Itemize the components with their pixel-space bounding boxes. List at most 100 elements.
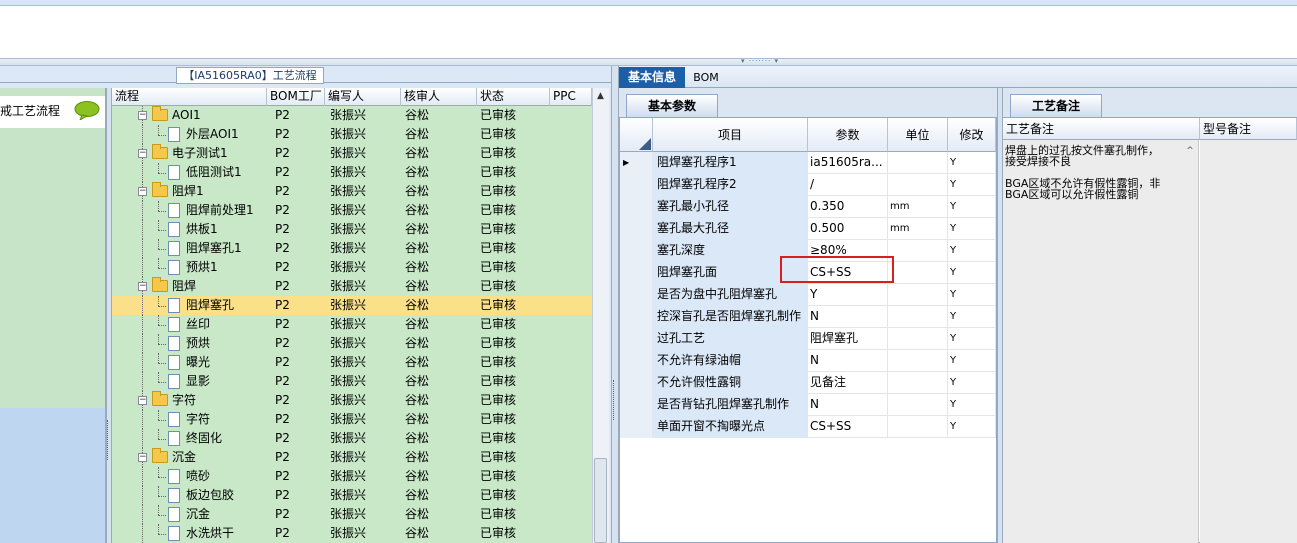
row-indicator[interactable]: [620, 284, 653, 306]
param-col-header-param[interactable]: 参数: [808, 118, 888, 152]
tree-row[interactable]: − 阻焊 P2 张振兴 谷松 已审核: [112, 277, 592, 296]
col-header-reviewer[interactable]: 核审人: [401, 88, 477, 106]
tree-row[interactable]: 预烘1 P2 张振兴 谷松 已审核: [112, 258, 592, 277]
tree-row[interactable]: 阻焊前处理1 P2 张振兴 谷松 已审核: [112, 201, 592, 220]
param-row[interactable]: 阻焊塞孔程序2/ Y: [620, 174, 996, 196]
tab-bom[interactable]: BOM: [688, 67, 724, 88]
row-indicator[interactable]: [620, 328, 653, 350]
param-modify-cell[interactable]: Y: [948, 240, 996, 262]
tab-basic-params[interactable]: 基本参数: [626, 94, 718, 117]
scroll-up-arrow-icon[interactable]: ▲: [592, 88, 609, 105]
tree-row[interactable]: 烘板1 P2 张振兴 谷松 已审核: [112, 220, 592, 239]
row-indicator[interactable]: [620, 218, 653, 240]
row-indicator[interactable]: [620, 394, 653, 416]
param-row[interactable]: 塞孔最小孔径 0.350 mm Y: [620, 196, 996, 218]
tree-row[interactable]: 外层AOI1 P2 张振兴 谷松 已审核: [112, 125, 592, 144]
row-indicator[interactable]: [620, 372, 653, 394]
param-value-cell[interactable]: Y: [808, 284, 888, 306]
vertical-splitter-middle[interactable]: [611, 66, 619, 543]
param-value-cell[interactable]: 见备注: [808, 372, 888, 394]
tree-row[interactable]: 喷砂 P2 张振兴 谷松 已审核: [112, 467, 592, 486]
col-header-flow[interactable]: 流程: [112, 88, 267, 106]
row-indicator[interactable]: [620, 174, 653, 196]
param-value-cell[interactable]: N: [808, 394, 888, 416]
splitter-grip-icon[interactable]: [613, 380, 617, 420]
param-modify-cell[interactable]: Y: [948, 196, 996, 218]
craft-col-header-model[interactable]: 型号备注: [1200, 118, 1297, 140]
param-modify-cell[interactable]: Y: [948, 218, 996, 240]
param-row[interactable]: ▶ 阻焊塞孔程序1 ia51605ra... Y: [620, 152, 996, 174]
note-scroll-up-icon[interactable]: ^: [1183, 146, 1197, 158]
param-modify-cell[interactable]: Y: [948, 174, 996, 196]
tree-row[interactable]: 低阻测试1 P2 张振兴 谷松 已审核: [112, 163, 592, 182]
row-indicator[interactable]: [620, 306, 653, 328]
param-row[interactable]: 控深盲孔是否阻焊塞孔制作 N Y: [620, 306, 996, 328]
model-note-cell[interactable]: [1200, 140, 1297, 543]
tree-row[interactable]: 字符 P2 张振兴 谷松 已审核: [112, 410, 592, 429]
param-modify-cell[interactable]: Y: [948, 152, 996, 174]
row-indicator[interactable]: [620, 240, 653, 262]
param-value-cell[interactable]: CS+SS: [808, 416, 888, 438]
tree-row[interactable]: 板边包胶 P2 张振兴 谷松 已审核: [112, 486, 592, 505]
col-header-status[interactable]: 状态: [477, 88, 550, 106]
row-indicator[interactable]: [620, 262, 653, 284]
tree-row[interactable]: 沉金 P2 张振兴 谷松 已审核: [112, 505, 592, 524]
param-modify-cell[interactable]: Y: [948, 262, 996, 284]
tree-expander-icon[interactable]: −: [138, 282, 147, 291]
param-modify-cell[interactable]: Y: [948, 350, 996, 372]
comment-bubble-icon[interactable]: [74, 101, 100, 120]
param-modify-cell[interactable]: Y: [948, 416, 996, 438]
row-indicator[interactable]: [620, 350, 653, 372]
tree-row[interactable]: 显影 P2 张振兴 谷松 已审核: [112, 372, 592, 391]
tree-row[interactable]: 终固化 P2 张振兴 谷松 已审核: [112, 429, 592, 448]
param-modify-cell[interactable]: Y: [948, 394, 996, 416]
row-indicator[interactable]: ▶: [620, 152, 653, 174]
col-header-bom[interactable]: BOM工厂: [267, 88, 325, 106]
param-value-cell[interactable]: 0.500: [808, 218, 888, 240]
tree-row[interactable]: − 电子测试1 P2 张振兴 谷松 已审核: [112, 144, 592, 163]
param-col-header-modify[interactable]: 修改: [948, 118, 996, 152]
tree-row[interactable]: − AOI1 P2 张振兴 谷松 已审核: [112, 106, 592, 125]
splitter-grip-icon[interactable]: ▾ ······· ▾: [730, 58, 790, 65]
param-row[interactable]: 过孔工艺 阻焊塞孔 Y: [620, 328, 996, 350]
row-indicator[interactable]: [620, 416, 653, 438]
scrollbar-thumb[interactable]: [594, 458, 607, 543]
col-header-ppc[interactable]: PPC: [550, 88, 592, 106]
craft-col-header-note[interactable]: 工艺备注: [1003, 118, 1200, 140]
param-modify-cell[interactable]: Y: [948, 306, 996, 328]
param-value-cell[interactable]: N: [808, 306, 888, 328]
horizontal-splitter[interactable]: [0, 58, 1297, 66]
param-col-header-unit[interactable]: 单位: [888, 118, 948, 152]
tree-row[interactable]: 预烘 P2 张振兴 谷松 已审核: [112, 334, 592, 353]
tree-row[interactable]: 阻焊塞孔1 P2 张振兴 谷松 已审核: [112, 239, 592, 258]
param-value-cell[interactable]: /: [808, 174, 888, 196]
tab-craft-notes[interactable]: 工艺备注: [1010, 94, 1102, 117]
param-value-cell[interactable]: ia51605ra...: [808, 152, 888, 174]
param-modify-cell[interactable]: Y: [948, 284, 996, 306]
tree-row[interactable]: 曝光 P2 张振兴 谷松 已审核: [112, 353, 592, 372]
tree-expander-icon[interactable]: −: [138, 187, 147, 196]
tree-expander-icon[interactable]: −: [138, 149, 147, 158]
tree-row[interactable]: 丝印 P2 张振兴 谷松 已审核: [112, 315, 592, 334]
col-header-writer[interactable]: 编写人: [325, 88, 401, 106]
param-row[interactable]: 塞孔最大孔径 0.500 mm Y: [620, 218, 996, 240]
row-indicator[interactable]: [620, 196, 653, 218]
tree-expander-icon[interactable]: −: [138, 396, 147, 405]
tree-row[interactable]: 阻焊塞孔 P2 张振兴 谷松 已审核: [112, 296, 592, 315]
param-row[interactable]: 单面开窗不掏曝光点 CS+SS Y: [620, 416, 996, 438]
splitter-grip-icon[interactable]: [107, 420, 111, 460]
param-modify-cell[interactable]: Y: [948, 372, 996, 394]
tree-row[interactable]: − 阻焊1 P2 张振兴 谷松 已审核: [112, 182, 592, 201]
tree-row[interactable]: − 沉金 P2 张振兴 谷松 已审核: [112, 448, 592, 467]
param-col-header-item[interactable]: 项目: [653, 118, 808, 152]
param-row[interactable]: 是否为盘中孔阻焊塞孔 Y Y: [620, 284, 996, 306]
param-value-cell[interactable]: 0.350: [808, 196, 888, 218]
tree-row[interactable]: − 字符 P2 张振兴 谷松 已审核: [112, 391, 592, 410]
tree-row[interactable]: 水洗烘干 P2 张振兴 谷松 已审核: [112, 524, 592, 543]
param-row[interactable]: 不允许有绿油帽 N Y: [620, 350, 996, 372]
param-row[interactable]: 不允许假性露铜 见备注 Y: [620, 372, 996, 394]
tab-basic-info[interactable]: 基本信息: [619, 67, 685, 88]
param-modify-cell[interactable]: Y: [948, 328, 996, 350]
tree-expander-icon[interactable]: −: [138, 453, 147, 462]
param-row[interactable]: 是否背钻孔阻焊塞孔制作 N Y: [620, 394, 996, 416]
